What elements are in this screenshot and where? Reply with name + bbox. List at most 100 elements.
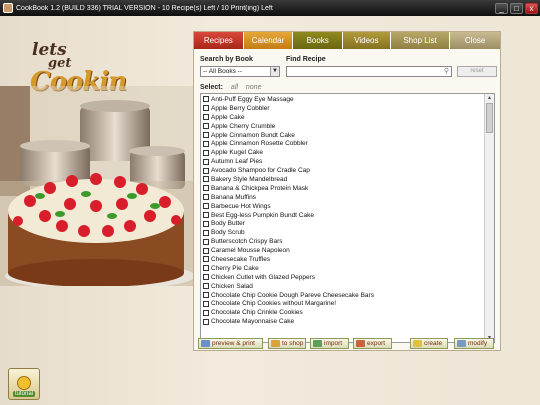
tab-close[interactable]: Close: [450, 32, 500, 49]
recipe-name: Cherry Pie Cake: [211, 264, 259, 272]
export-button[interactable]: export: [353, 338, 392, 349]
close-window-button[interactable]: x: [525, 2, 538, 14]
recipe-row[interactable]: Apple Berry Cobbler: [203, 104, 483, 113]
recipe-checkbox[interactable]: [203, 292, 209, 299]
tutorial-icon: [17, 376, 31, 390]
recipe-checkbox[interactable]: [203, 247, 209, 254]
tab-videos[interactable]: Videos: [343, 32, 391, 49]
recipe-row[interactable]: Butterscotch Crispy Bars: [203, 237, 483, 246]
recipe-row[interactable]: Cheesecake Truffles: [203, 255, 483, 264]
book-select[interactable]: -- All Books -- ▼: [200, 66, 280, 77]
recipe-checkbox[interactable]: [203, 256, 209, 263]
recipe-name: Apple Cherry Crumble: [211, 122, 276, 130]
recipe-checkbox[interactable]: [203, 203, 209, 210]
recipe-checkbox[interactable]: [203, 96, 209, 103]
modify-icon: [457, 340, 466, 347]
recipe-name: Caramel Mousse Napoleon: [211, 247, 290, 255]
recipe-row[interactable]: Banana & Chickpea Protein Mask: [203, 184, 483, 193]
recipe-checkbox[interactable]: [203, 265, 209, 272]
recipe-checkbox[interactable]: [203, 114, 209, 121]
recipe-row[interactable]: Caramel Mousse Napoleon: [203, 246, 483, 255]
recipe-checkbox[interactable]: [203, 274, 209, 281]
scroll-up-icon[interactable]: ▲: [485, 94, 494, 102]
recipe-checkbox[interactable]: [203, 158, 209, 165]
scroll-thumb[interactable]: [486, 103, 493, 133]
recipe-name: Chocolate Mayonnaise Cake: [211, 318, 295, 326]
recipe-checkbox[interactable]: [203, 283, 209, 290]
search-icon[interactable]: ⚲: [444, 67, 449, 76]
recipe-row[interactable]: Chocolate Mayonnaise Cake: [203, 317, 483, 326]
recipe-row[interactable]: Apple Cake: [203, 113, 483, 122]
select-all-link[interactable]: all: [231, 84, 238, 91]
reset-button[interactable]: reset: [457, 66, 497, 77]
recipe-checkbox[interactable]: [203, 220, 209, 227]
recipe-checkbox[interactable]: [203, 132, 209, 138]
cart-icon: [271, 340, 280, 347]
find-recipe-input[interactable]: ⚲: [286, 66, 452, 77]
recipe-row[interactable]: Body Butter: [203, 219, 483, 228]
recipe-checkbox[interactable]: [203, 238, 209, 245]
recipe-checkbox[interactable]: [203, 229, 209, 236]
recipe-name: Bakery Style Mandelbread: [211, 175, 288, 183]
recipe-checkbox[interactable]: [203, 300, 209, 307]
recipe-name: Best Egg-less Pumpkin Bundt Cake: [211, 211, 314, 219]
tutorial-button[interactable]: tutorial: [8, 368, 40, 400]
recipe-row[interactable]: Chicken Salad: [203, 282, 483, 291]
recipe-checkbox[interactable]: [203, 123, 209, 130]
recipe-row[interactable]: Avocado Shampoo for Cradle Cap: [203, 166, 483, 175]
recipe-checkbox[interactable]: [203, 309, 209, 316]
search-by-book-label: Search by Book: [200, 56, 253, 63]
recipe-row[interactable]: Autumn Leaf Pies: [203, 157, 483, 166]
recipe-checkbox[interactable]: [203, 194, 209, 201]
window-title: CookBook 1.2 (BUILD 336) TRIAL VERSION -…: [16, 4, 273, 12]
recipe-row[interactable]: Best Egg-less Pumpkin Bundt Cake: [203, 211, 483, 220]
recipe-name: Apple Berry Cobbler: [211, 104, 270, 112]
main-tabs: Recipes Calendar Books Videos Shop List …: [194, 32, 500, 49]
search-row: Search by Book Find Recipe -- All Books …: [200, 56, 497, 80]
recipe-checkbox[interactable]: [203, 140, 209, 147]
recipe-checkbox[interactable]: [203, 105, 209, 112]
tab-shop-list[interactable]: Shop List: [390, 32, 451, 49]
minimize-button[interactable]: _: [495, 2, 508, 14]
recipe-row[interactable]: Anti-Puff Eggy Eye Massage: [203, 95, 483, 104]
recipe-row[interactable]: Apple Cinnamon Rosette Cobbler: [203, 139, 483, 148]
recipe-row[interactable]: Chocolate Chip Crinkle Cookies: [203, 308, 483, 317]
preview-print-button[interactable]: preview & print: [198, 338, 263, 349]
recipe-checkbox[interactable]: [203, 212, 209, 219]
recipe-name: Chicken Cutlet with Glazed Peppers: [211, 273, 316, 281]
recipe-row[interactable]: Apple Cinnamon Bundt Cake: [203, 131, 483, 140]
recipe-name: Anti-Puff Eggy Eye Massage: [211, 95, 294, 103]
tab-calendar[interactable]: Calendar: [243, 32, 294, 49]
recipe-row[interactable]: Bakery Style Mandelbread: [203, 175, 483, 184]
select-none-link[interactable]: none: [246, 84, 262, 91]
recipe-row[interactable]: Apple Kugel Cake: [203, 148, 483, 157]
to-shop-button[interactable]: to shop: [268, 338, 306, 349]
recipe-name: Banana & Chickpea Protein Mask: [211, 184, 309, 192]
recipe-row[interactable]: Barbecue Hot Wings: [203, 202, 483, 211]
import-button[interactable]: import: [310, 338, 349, 349]
recipe-row[interactable]: Cherry Pie Cake: [203, 264, 483, 273]
create-button[interactable]: create: [410, 338, 448, 349]
select-label: Select:: [200, 84, 223, 91]
recipe-checkbox[interactable]: [203, 149, 209, 156]
recipe-row[interactable]: Body Scrub: [203, 228, 483, 237]
recipe-checkbox[interactable]: [203, 318, 209, 325]
chevron-down-icon[interactable]: ▼: [270, 67, 279, 76]
recipe-name: Apple Kugel Cake: [211, 149, 264, 157]
tab-books[interactable]: Books: [293, 32, 344, 49]
recipe-row[interactable]: Chocolate Chip Cookies without Margarine…: [203, 299, 483, 308]
tab-recipes[interactable]: Recipes: [194, 32, 244, 49]
recipe-checkbox[interactable]: [203, 176, 209, 183]
recipe-checkbox[interactable]: [203, 167, 209, 174]
create-label: create: [424, 340, 443, 347]
recipe-row[interactable]: Chocolate Chip Cookie Dough Pareve Chees…: [203, 291, 483, 300]
recipe-row[interactable]: Apple Cherry Crumble: [203, 122, 483, 131]
recipe-checkbox[interactable]: [203, 185, 209, 192]
list-scrollbar[interactable]: ▲ ▼: [484, 94, 494, 342]
recipe-row[interactable]: Banana Muffins: [203, 193, 483, 202]
modify-button[interactable]: modify: [454, 338, 494, 349]
app-icon: [3, 3, 13, 13]
maximize-button[interactable]: □: [510, 2, 523, 14]
recipe-row[interactable]: Chicken Cutlet with Glazed Peppers: [203, 273, 483, 282]
recipe-list: Anti-Puff Eggy Eye Massage Apple Berry Co…: [200, 93, 495, 343]
